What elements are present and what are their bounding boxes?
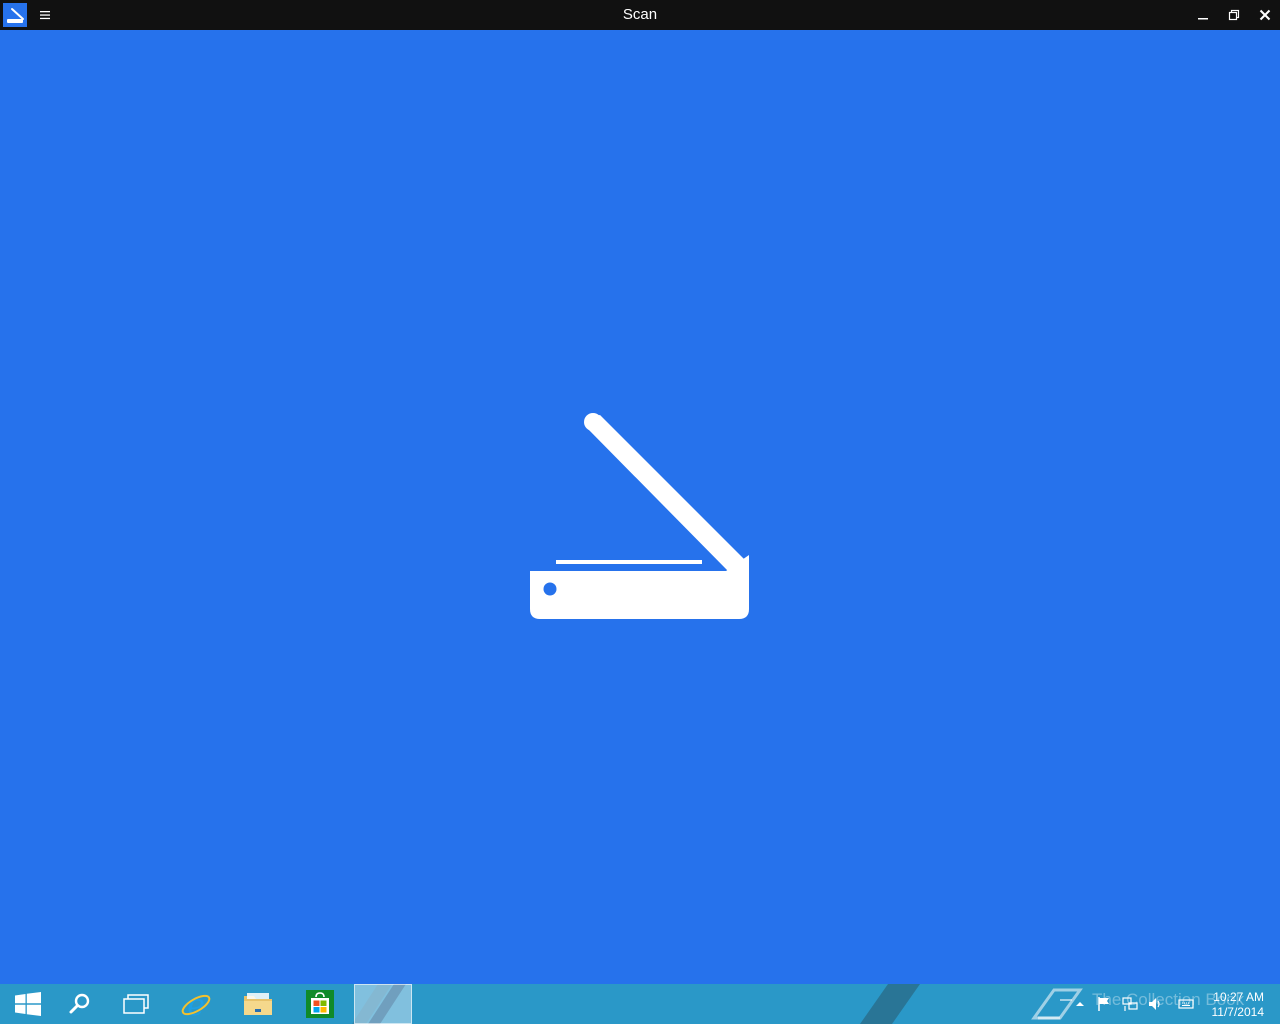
svg-text:e: e xyxy=(187,988,205,1020)
window-title: Scan xyxy=(622,6,658,23)
clock-date: 11/7/2014 xyxy=(1211,1005,1265,1019)
restore-icon xyxy=(1228,9,1239,21)
search-icon xyxy=(69,993,90,1014)
taskbar-decoration xyxy=(860,984,920,1024)
store-button[interactable] xyxy=(292,984,348,1024)
close-button[interactable] xyxy=(1249,0,1280,30)
windows-logo-icon xyxy=(15,992,41,1016)
internet-explorer-button[interactable]: e xyxy=(168,984,224,1024)
task-view-button[interactable] xyxy=(108,984,164,1024)
restore-button[interactable] xyxy=(1218,0,1249,30)
clock-time: 10:27 AM xyxy=(1213,990,1264,1004)
volume-icon[interactable] xyxy=(1147,996,1163,1012)
store-icon xyxy=(306,990,334,1018)
start-button[interactable] xyxy=(0,984,56,1024)
close-icon xyxy=(1259,9,1270,21)
taskbar: e The Collection Book 10:27 AM 11/7/2014 xyxy=(0,984,1280,1024)
file-explorer-button[interactable] xyxy=(230,984,286,1024)
title-bar: Scan xyxy=(0,0,1280,30)
network-icon[interactable] xyxy=(1122,996,1138,1012)
app-canvas xyxy=(0,30,1280,984)
window-controls xyxy=(1187,0,1280,30)
minimize-icon xyxy=(1197,18,1208,20)
search-button[interactable] xyxy=(52,984,108,1024)
scan-app-icon xyxy=(368,984,406,1024)
scan-app-icon xyxy=(3,3,27,27)
hamburger-menu-icon[interactable] xyxy=(34,5,56,25)
task-view-icon xyxy=(123,994,149,1014)
show-hidden-icons-icon[interactable] xyxy=(1072,996,1088,1012)
scan-app-taskbar-button[interactable] xyxy=(354,984,412,1024)
taskbar-clock[interactable]: 10:27 AM 11/7/2014 xyxy=(1194,990,1265,1020)
minimize-button[interactable] xyxy=(1187,0,1218,30)
scanner-icon xyxy=(530,413,749,619)
action-center-flag-icon[interactable] xyxy=(1096,996,1112,1012)
folder-icon xyxy=(244,993,272,1015)
internet-explorer-icon: e xyxy=(181,988,211,1020)
keyboard-icon[interactable] xyxy=(1178,996,1194,1012)
